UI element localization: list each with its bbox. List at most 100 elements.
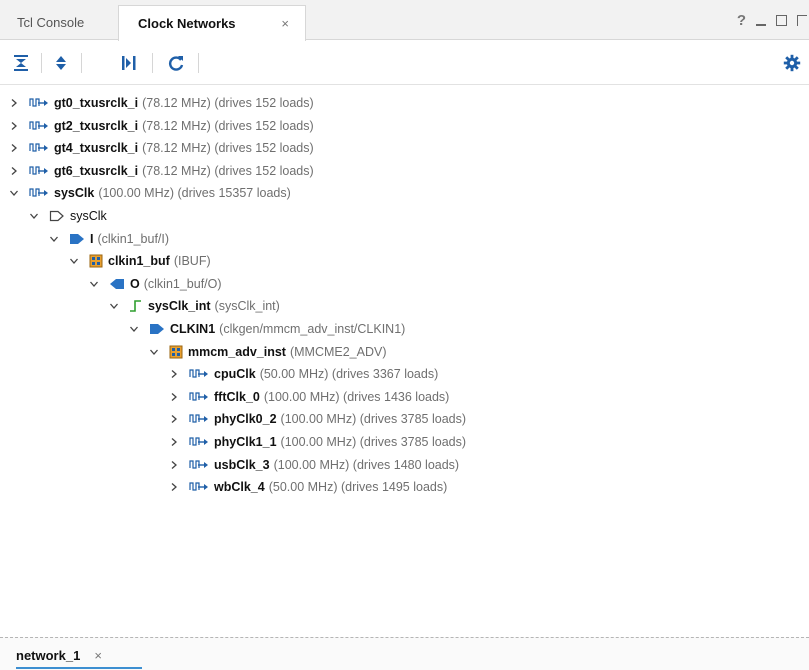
tab-clock-networks-label: Clock Networks — [138, 16, 236, 31]
bottom-tab-bar: network_1 × — [0, 637, 809, 670]
tree-row[interactable]: O (clkin1_buf/O) — [0, 273, 809, 295]
tree-node-detail: (78.12 MHz) (drives 152 loads) — [142, 141, 314, 156]
cell-icon — [169, 345, 183, 359]
tree-node-detail: (78.12 MHz) (drives 152 loads) — [142, 96, 314, 110]
tree-node-detail: (MMCME2_ADV) — [289, 344, 387, 359]
cell-icon — [89, 254, 103, 268]
tree-node-name: phyClk1_1 — [214, 435, 277, 449]
chevron-down-icon[interactable] — [148, 346, 160, 358]
settings-button[interactable] — [781, 52, 803, 74]
tree-row[interactable]: mmcm_adv_inst (MMCME2_ADV) — [0, 341, 809, 363]
tab-network-1[interactable]: network_1 × — [16, 644, 102, 666]
tree-row[interactable]: I (clkin1_buf/I) — [0, 228, 809, 250]
tree-row[interactable]: gt2_txusrclk_i (78.12 MHz) (drives 152 lo… — [0, 115, 809, 137]
close-tab-icon[interactable]: × — [94, 648, 102, 663]
clock-net-icon — [189, 391, 209, 403]
minimize-icon[interactable] — [756, 24, 766, 26]
tree-row[interactable]: gt4_txusrclk_i (78.12 MHz) (drives 152 lo… — [0, 137, 809, 159]
expand-all-button[interactable] — [50, 52, 72, 74]
clock-net-icon — [189, 459, 209, 471]
clock-net-icon — [29, 142, 49, 154]
chevron-down-icon[interactable] — [108, 300, 120, 312]
tree-row[interactable]: sysClk_int (sysClk_int) — [0, 295, 809, 317]
gear-icon — [783, 54, 801, 72]
port-icon — [49, 210, 65, 222]
tree-row[interactable]: fftClk_0 (100.00 MHz) (drives 1436 loads) — [0, 386, 809, 408]
expand-all-icon — [56, 56, 66, 70]
window-controls: ? — [737, 10, 809, 30]
tree-node-name: gt0_txusrclk_i — [54, 96, 139, 110]
panel-tab-bar: Tcl Console Clock Networks × ? — [0, 0, 809, 41]
tree-node-detail: (100.00 MHz) (drives 15357 loads) — [98, 186, 291, 201]
tree-node-name: I — [90, 231, 94, 246]
refresh-button[interactable] — [165, 52, 187, 74]
tree-row[interactable]: sysClk — [0, 205, 809, 227]
clock-net-icon — [29, 97, 49, 109]
tree-node-detail: (IBUF) — [173, 254, 211, 269]
chevron-right-icon[interactable] — [168, 481, 180, 493]
close-tab-icon[interactable]: × — [281, 16, 289, 31]
tree-row[interactable]: cpuClk (50.00 MHz) (drives 3367 loads) — [0, 363, 809, 385]
clock-net-icon — [189, 481, 209, 493]
chevron-right-icon[interactable] — [8, 165, 20, 177]
tree-node-name: cpuClk — [214, 367, 256, 382]
tree-node-detail: (clkin1_buf/O) — [143, 276, 222, 291]
tree-row[interactable]: CLKIN1 (clkgen/mmcm_adv_inst/CLKIN1) — [0, 318, 809, 340]
chevron-right-icon[interactable] — [8, 97, 20, 109]
tree-node-detail: (78.12 MHz) (drives 152 loads) — [142, 118, 314, 133]
chevron-right-icon[interactable] — [168, 368, 180, 380]
tree-node-detail: (50.00 MHz) (drives 3367 loads) — [259, 367, 439, 382]
tree-row[interactable]: sysClk (100.00 MHz) (drives 15357 loads) — [0, 182, 809, 204]
maximize-icon[interactable] — [776, 14, 787, 26]
tree-row[interactable]: gt0_txusrclk_i (78.12 MHz) (drives 152 lo… — [0, 92, 809, 114]
chevron-down-icon[interactable] — [48, 233, 60, 245]
tree-row[interactable]: gt6_txusrclk_i (78.12 MHz) (drives 152 lo… — [0, 160, 809, 182]
clock-net-icon — [189, 368, 209, 380]
clock-net-icon — [29, 120, 49, 132]
chevron-down-icon[interactable] — [128, 323, 140, 335]
expand-one-level-button[interactable] — [118, 52, 140, 74]
help-icon[interactable]: ? — [737, 12, 746, 29]
chevron-down-icon[interactable] — [68, 255, 80, 267]
float-window-icon[interactable] — [797, 14, 807, 26]
toolbar-separator — [81, 53, 82, 73]
input-pin-icon — [149, 323, 165, 335]
chevron-down-icon[interactable] — [88, 278, 100, 290]
tab-tcl-console[interactable]: Tcl Console — [0, 5, 118, 40]
tree-row[interactable]: phyClk0_2 (100.00 MHz) (drives 3785 loads… — [0, 408, 809, 430]
tree-node-name: CLKIN1 — [170, 322, 216, 336]
chevron-right-icon[interactable] — [8, 120, 20, 132]
tree-node-detail: (clkgen/mmcm_adv_inst/CLKIN1) — [219, 322, 406, 336]
chevron-right-icon[interactable] — [168, 459, 180, 471]
tree-node-name: phyClk0_2 — [214, 412, 277, 427]
tree-node-detail: (sysClk_int) — [214, 299, 280, 314]
tree-row[interactable]: usbClk_3 (100.00 MHz) (drives 1480 loads) — [0, 454, 809, 476]
tree-node-name: fftClk_0 — [214, 389, 260, 404]
tab-network-1-label: network_1 — [16, 647, 81, 663]
clock-net-icon — [189, 413, 209, 425]
chevron-right-icon[interactable] — [168, 436, 180, 448]
tree-node-name: sysClk — [54, 186, 95, 201]
tree-node-detail: (100.00 MHz) (drives 3785 loads) — [280, 412, 467, 427]
tree-node-detail: (78.12 MHz) (drives 152 loads) — [142, 163, 314, 178]
tree-node-name: gt2_txusrclk_i — [54, 118, 139, 133]
refresh-icon — [169, 56, 184, 71]
tree-row[interactable]: wbClk_4 (50.00 MHz) (drives 1495 loads) — [0, 476, 809, 498]
tree-node-detail: (100.00 MHz) (drives 1480 loads) — [273, 457, 460, 472]
net-icon — [129, 299, 143, 313]
tree-node-name: wbClk_4 — [214, 480, 265, 495]
chevron-down-icon[interactable] — [28, 210, 40, 222]
input-pin-icon — [69, 233, 85, 245]
collapse-all-button[interactable] — [10, 52, 32, 74]
chevron-right-icon[interactable] — [8, 142, 20, 154]
toolbar-separator — [198, 53, 199, 73]
clock-net-icon — [189, 436, 209, 448]
chevron-right-icon[interactable] — [168, 391, 180, 403]
collapse-all-icon — [14, 55, 28, 71]
chevron-right-icon[interactable] — [168, 413, 180, 425]
tab-clock-networks[interactable]: Clock Networks × — [118, 5, 306, 41]
chevron-down-icon[interactable] — [8, 187, 20, 199]
tree-node-name: sysClk — [70, 209, 107, 223]
tree-row[interactable]: clkin1_buf (IBUF) — [0, 250, 809, 272]
tree-row[interactable]: phyClk1_1 (100.00 MHz) (drives 3785 loads… — [0, 431, 809, 453]
